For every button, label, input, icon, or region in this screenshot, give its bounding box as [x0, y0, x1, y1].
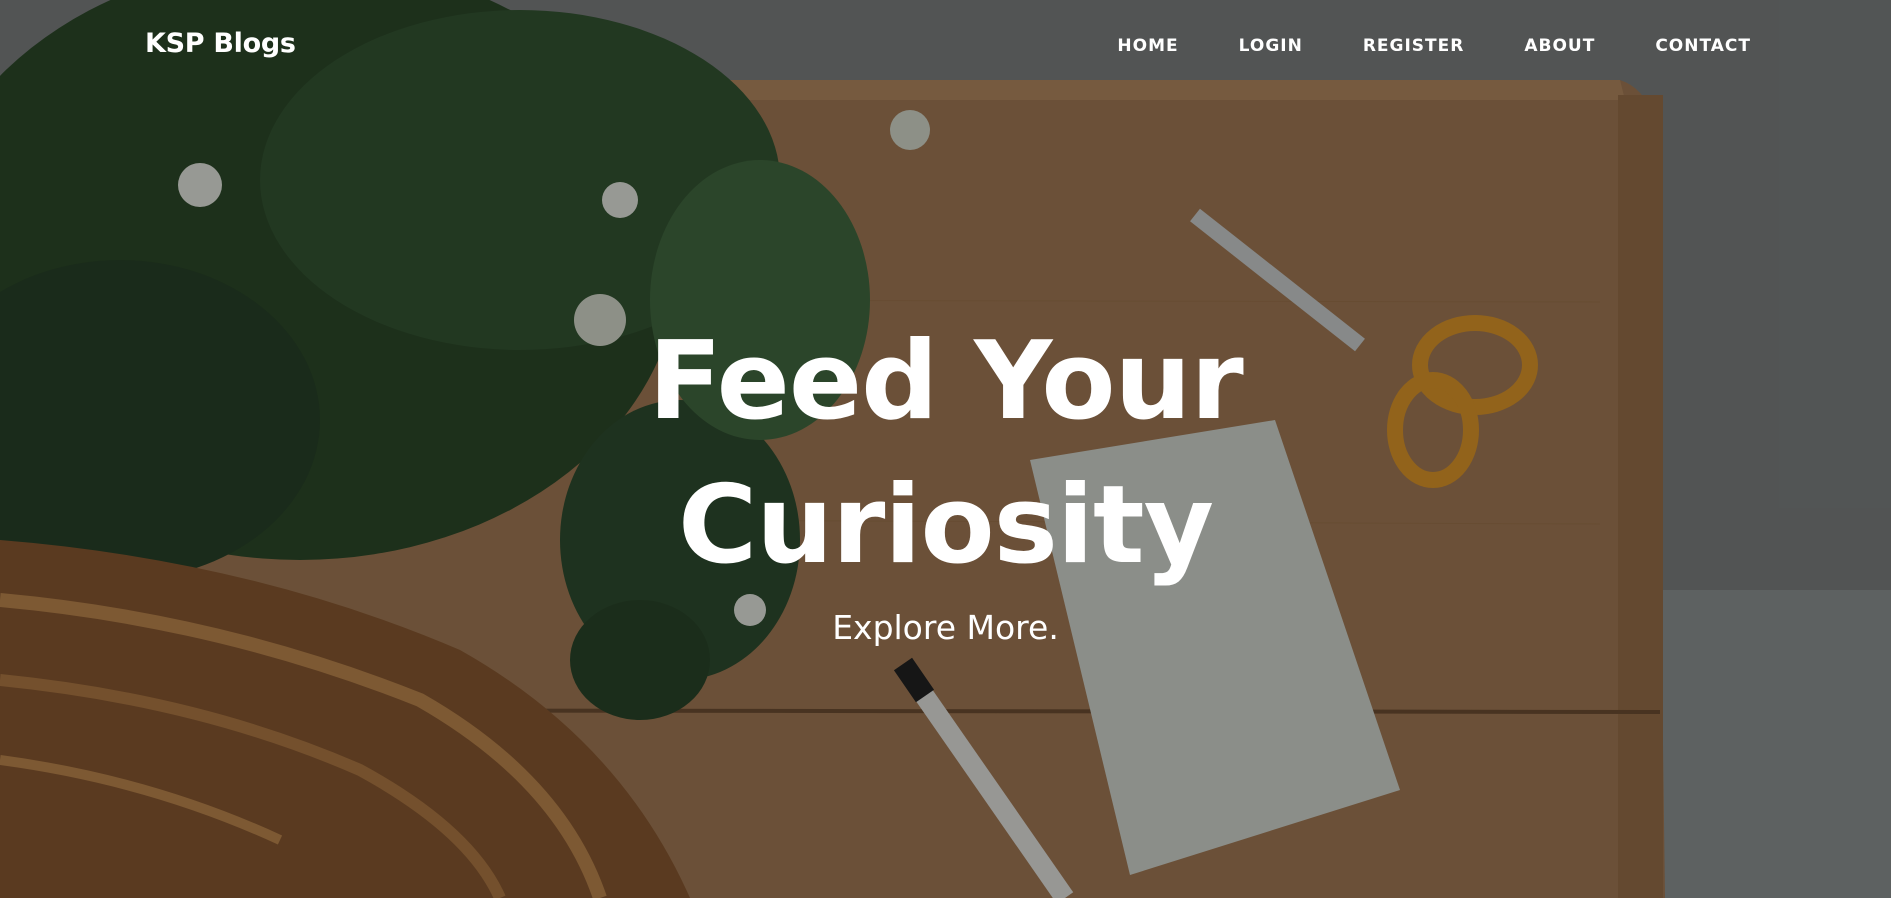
nav-link-about[interactable]: ABOUT	[1524, 36, 1595, 56]
masthead: KSP Blogs HOME LOGIN REGISTER ABOUT CONT…	[0, 0, 1891, 898]
nav-item-home: HOME	[1117, 36, 1178, 56]
hero-heading: Feed Your Curiosity Explore More.	[0, 310, 1891, 648]
nav-link-login[interactable]: LOGIN	[1239, 36, 1303, 56]
nav-link-home[interactable]: HOME	[1117, 36, 1178, 56]
nav-item-register: REGISTER	[1363, 36, 1465, 56]
nav-item-contact: CONTACT	[1655, 36, 1751, 56]
nav-link-contact[interactable]: CONTACT	[1655, 36, 1751, 56]
nav-item-about: ABOUT	[1524, 36, 1595, 56]
nav-item-login: LOGIN	[1239, 36, 1303, 56]
brand-logo-link[interactable]: KSP Blogs	[145, 29, 296, 59]
nav-menu: HOME LOGIN REGISTER ABOUT CONTACT	[1117, 36, 1751, 56]
hero-title: Feed Your Curiosity	[648, 319, 1243, 588]
hero-subtitle: Explore More.	[832, 608, 1059, 647]
navbar: KSP Blogs HOME LOGIN REGISTER ABOUT CONT…	[0, 0, 1891, 96]
nav-link-register[interactable]: REGISTER	[1363, 36, 1465, 56]
